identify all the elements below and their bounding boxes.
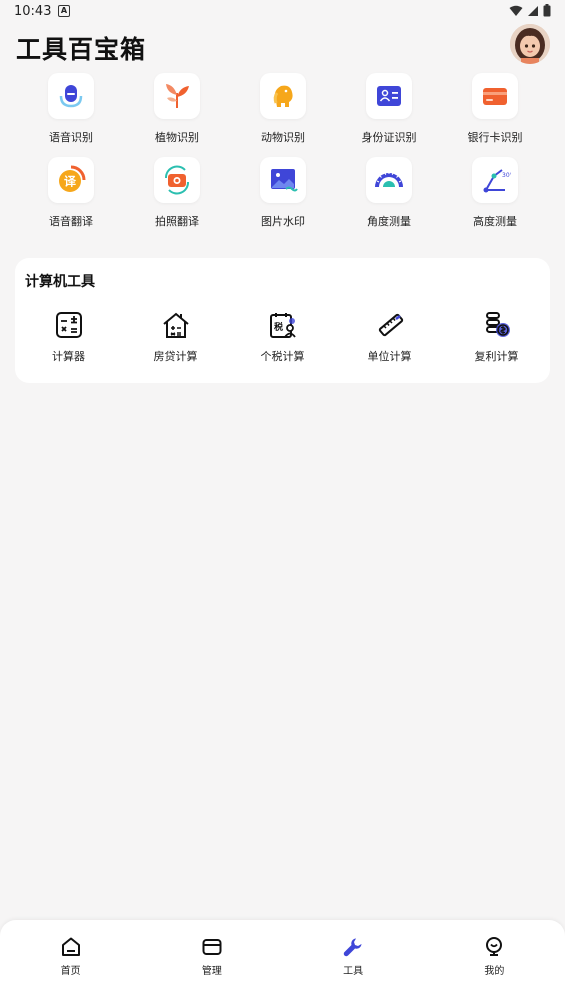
battery-icon: [543, 4, 551, 17]
tool-label: 植物识别: [155, 131, 199, 144]
tool-icon-box: [366, 73, 412, 119]
tool-label: 动物识别: [261, 131, 305, 144]
nav-label: 管理: [201, 966, 222, 977]
tool-icon-box: [260, 73, 306, 119]
folder-icon: [202, 939, 222, 955]
tool-icon-box: [48, 73, 94, 119]
status-icons: [509, 4, 551, 17]
status-time: 10:43: [14, 4, 52, 19]
elephant-icon: [273, 85, 293, 107]
nav-item-manage[interactable]: 管理: [141, 920, 282, 1004]
tax-icon: 税: [269, 313, 296, 338]
tool-label: 高度测量: [473, 215, 517, 228]
calc-item-label: 单位计算: [367, 350, 412, 363]
nav-item-home[interactable]: 首页: [0, 920, 141, 1004]
tools-grid-row-2: 译 语音翻译 拍照翻译 图片水印 角度测量 30 高度测量: [18, 157, 548, 229]
tax-glyph: 税: [274, 321, 283, 333]
protractor-icon: [375, 172, 403, 187]
calc-item-tax[interactable]: 税 个税计算: [229, 310, 336, 364]
tool-camera-translate[interactable]: 拍照翻译: [124, 157, 230, 229]
notification-a-icon: A: [58, 5, 70, 17]
camera-translate-icon: [164, 165, 190, 195]
height-measure-glyph: 30°: [502, 172, 511, 179]
signal-icon: [528, 5, 538, 16]
tool-icon-box: [154, 73, 200, 119]
tools-grid-row-1: 语音识别 植物识别 动物识别 身份证识别 银行卡识别: [18, 73, 548, 145]
tool-icon-box: [366, 157, 412, 203]
wifi-icon: [509, 5, 523, 16]
tool-picture-watermark[interactable]: 图片水印: [230, 157, 336, 229]
tool-icon-box: 译: [48, 157, 94, 203]
calc-item-label: 个税计算: [260, 350, 305, 363]
plant-icon: [166, 84, 189, 108]
calc-item-label: 房贷计算: [153, 350, 198, 363]
tool-label: 身份证识别: [361, 131, 417, 144]
picture-watermark-icon: [271, 169, 298, 192]
tool-voice-recognition[interactable]: 语音识别: [18, 73, 124, 145]
tool-label: 语音识别: [49, 131, 93, 144]
calc-item-compound-interest[interactable]: 复利计算: [443, 310, 550, 364]
id-card-icon: [377, 86, 401, 106]
calculator-tools-row: 计算器 房贷计算 税 个税计算 单位计算 复利计算: [15, 310, 550, 364]
calc-item-label: 复利计算: [474, 350, 519, 363]
tool-bank-card-recognition[interactable]: 银行卡识别: [442, 73, 548, 145]
height-measure-icon: 30°: [483, 169, 511, 193]
nav-label: 首页: [60, 966, 81, 977]
wrench-icon: [343, 938, 362, 957]
tool-voice-translate[interactable]: 译 语音翻译: [18, 157, 124, 229]
tool-label: 拍照翻译: [155, 215, 199, 228]
bank-card-icon: [483, 88, 507, 105]
tool-icon-box: 30°: [472, 157, 518, 203]
tool-icon-box: [260, 157, 306, 203]
calculator-icon: [55, 312, 82, 338]
tool-icon-box: [472, 73, 518, 119]
nav-item-tools[interactable]: 工具: [283, 920, 424, 1004]
calculator-tools-card: 计算机工具 计算器 房贷计算 税 个税计算 单位计算 复利计算: [15, 258, 550, 383]
home-icon: [61, 937, 80, 956]
tool-label: 角度测量: [367, 215, 411, 228]
nav-item-mine[interactable]: 我的: [424, 920, 565, 1004]
calc-item-mortgage[interactable]: 房贷计算: [122, 310, 229, 364]
voice-translate-icon: 译: [59, 165, 86, 192]
profile-icon: [486, 937, 503, 956]
voice-translate-glyph: 译: [64, 175, 77, 189]
avatar-icon: [510, 24, 550, 64]
tool-label: 图片水印: [261, 215, 305, 228]
calc-item-unit[interactable]: 单位计算: [336, 310, 443, 364]
tool-label: 银行卡识别: [467, 131, 523, 144]
bottom-nav: 首页 管理 工具 我的: [0, 920, 565, 1004]
nav-label: 我的: [484, 966, 505, 977]
calc-item-label: 计算器: [52, 350, 85, 363]
calc-item-calculator[interactable]: 计算器: [15, 310, 122, 364]
ruler-icon: [378, 313, 403, 337]
nav-label: 工具: [343, 966, 364, 977]
tool-id-card-recognition[interactable]: 身份证识别: [336, 73, 442, 145]
mortgage-icon: [162, 312, 189, 338]
page-title: 工具百宝箱: [16, 35, 147, 64]
calculator-card-title: 计算机工具: [25, 274, 95, 290]
microphone-icon: [59, 85, 83, 108]
tool-height-measure[interactable]: 30° 高度测量: [442, 157, 548, 229]
compound-interest-icon: [485, 312, 510, 337]
avatar[interactable]: [510, 24, 550, 64]
status-bar: 10:43 A: [0, 0, 565, 24]
tool-animal-recognition[interactable]: 动物识别: [230, 73, 336, 145]
tool-plant-recognition[interactable]: 植物识别: [124, 73, 230, 145]
tool-angle-measure[interactable]: 角度测量: [336, 157, 442, 229]
tool-icon-box: [154, 157, 200, 203]
tool-label: 语音翻译: [49, 215, 93, 228]
